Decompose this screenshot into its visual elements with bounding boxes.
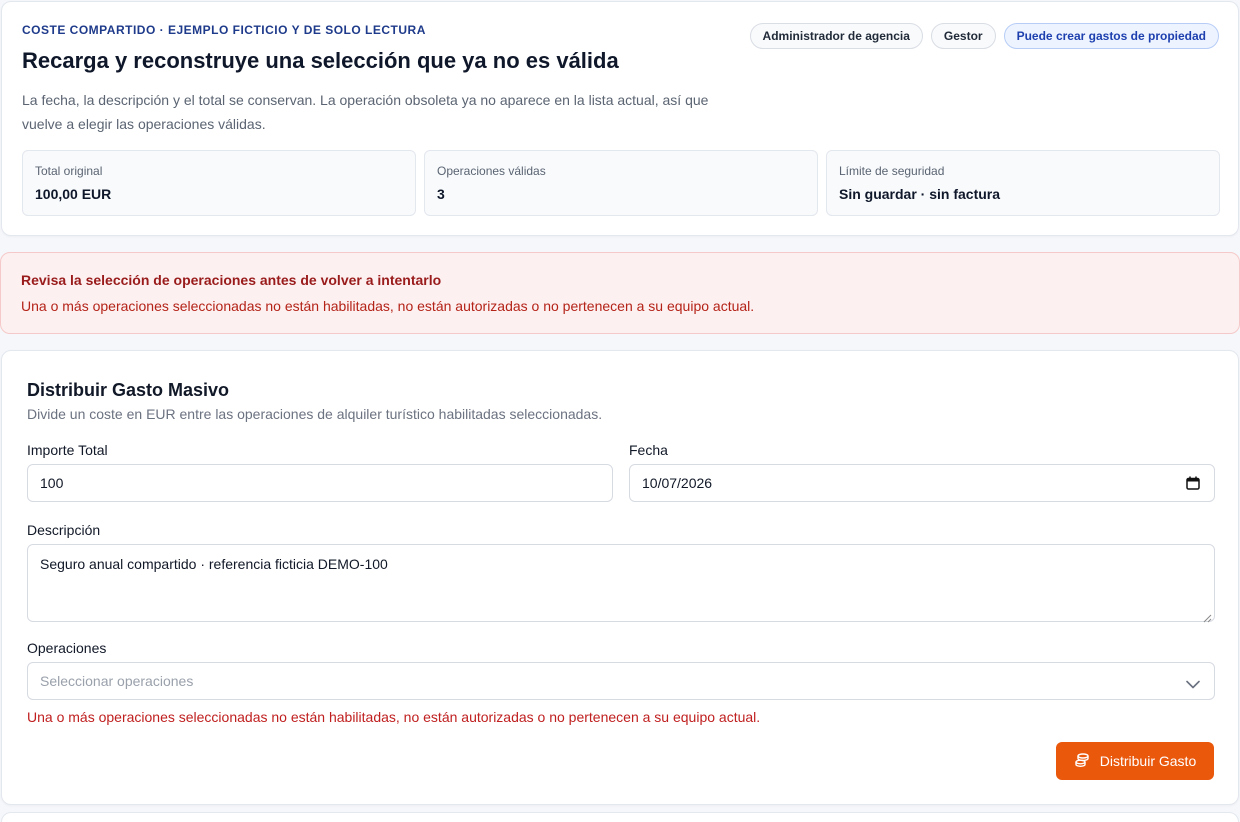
amount-value: 100 <box>40 475 64 491</box>
next-card-edge <box>1 812 1239 822</box>
form-description: Divide un coste en EUR entre las operaci… <box>27 406 603 422</box>
stat-safety-limit: Límite de seguridad Sin guardar · sin fa… <box>826 150 1220 216</box>
stat-value: Sin guardar · sin factura <box>839 186 1001 202</box>
stat-valid-operations: Operaciones válidas 3 <box>424 150 818 216</box>
description-label: Descripción <box>27 522 101 538</box>
expense-form-card: Distribuir Gasto Masivo Divide un coste … <box>1 350 1239 805</box>
distribute-expense-button[interactable]: Distribuir Gasto <box>1056 742 1214 780</box>
date-value: 10/07/2026 <box>642 475 713 491</box>
permission-chip: Puede crear gastos de propiedad <box>1003 23 1219 49</box>
alert-text: Una o más operaciones seleccionadas no e… <box>21 298 755 314</box>
stat-value: 3 <box>437 186 445 202</box>
coins-icon <box>1074 752 1090 771</box>
date-input[interactable]: 10/07/2026 <box>629 464 1215 502</box>
role-chip-manager: Gestor <box>930 23 996 49</box>
stat-value: 100,00 EUR <box>35 186 112 202</box>
summary-stats: Total original 100,00 EUR Operaciones vá… <box>22 150 1220 216</box>
description-value: Seguro anual compartido · referencia fic… <box>40 556 388 572</box>
eyebrow-label: COSTE COMPARTIDO · EJEMPLO FICTICIO Y DE… <box>22 23 426 37</box>
page-title: Recarga y reconstruye una selección que … <box>22 48 619 73</box>
operations-select[interactable]: Seleccionar operaciones <box>27 662 1215 700</box>
role-chips: Administrador de agencia Gestor Puede cr… <box>749 23 1219 49</box>
stat-label: Límite de seguridad <box>839 164 945 178</box>
form-title: Distribuir Gasto Masivo <box>27 380 230 400</box>
amount-input[interactable]: 100 <box>27 464 613 502</box>
alert-title: Revisa la selección de operaciones antes… <box>21 272 442 288</box>
operations-placeholder: Seleccionar operaciones <box>40 673 194 689</box>
header-card: COSTE COMPARTIDO · EJEMPLO FICTICIO Y DE… <box>1 1 1239 236</box>
stat-original-total: Total original 100,00 EUR <box>22 150 416 216</box>
operations-label: Operaciones <box>27 640 107 656</box>
calendar-icon[interactable] <box>1186 476 1200 493</box>
amount-label: Importe Total <box>27 442 108 458</box>
stat-label: Total original <box>35 164 103 178</box>
resize-grip-icon[interactable] <box>1203 610 1212 623</box>
error-alert: Revisa la selección de operaciones antes… <box>0 252 1240 334</box>
description-textarea[interactable]: Seguro anual compartido · referencia fic… <box>27 544 1215 623</box>
page-subtitle: La fecha, la descripción y el total se c… <box>22 92 709 132</box>
distribute-expense-label: Distribuir Gasto <box>1099 753 1197 769</box>
chevron-down-icon[interactable] <box>1186 676 1200 692</box>
stat-label: Operaciones válidas <box>437 164 546 178</box>
role-chip-agency-admin: Administrador de agencia <box>749 23 923 49</box>
operations-error: Una o más operaciones seleccionadas no e… <box>27 709 761 725</box>
date-label: Fecha <box>629 442 668 458</box>
